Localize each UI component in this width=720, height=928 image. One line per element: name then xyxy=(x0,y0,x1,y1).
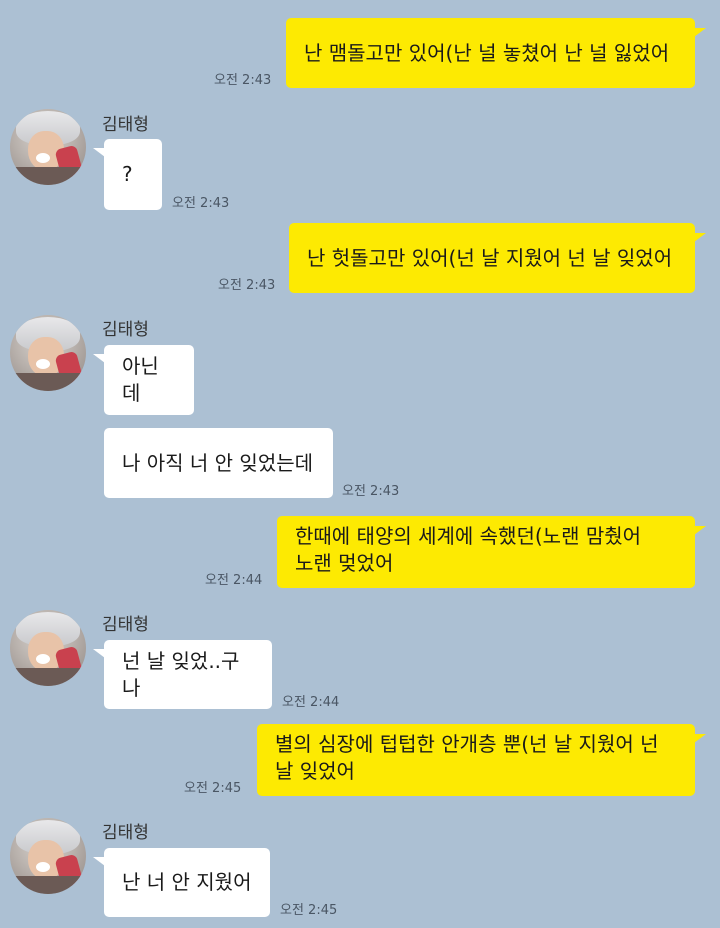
contact-name: 김태형 xyxy=(102,823,149,843)
bubble-tail xyxy=(694,28,706,37)
contact-avatar[interactable] xyxy=(10,818,86,894)
message-text-line: 날 잊었어 xyxy=(275,759,355,783)
message-text: 난 맴돌고만 있어(난 널 놓쳤어 난 널 잃었어 xyxy=(304,40,670,65)
message-text: 아닌데 xyxy=(122,354,159,405)
message-text-line: 별의 심장에 텁텁한 안개층 뿐(넌 날 지웠어 넌 xyxy=(275,732,659,756)
contact-name: 김태형 xyxy=(102,320,149,340)
bubble-tail xyxy=(694,526,706,535)
message-timestamp: 오전 2:43 xyxy=(214,73,272,88)
outgoing-message-bubble[interactable]: 난 맴돌고만 있어(난 널 놓쳤어 난 널 잃었어 xyxy=(286,18,695,88)
message-text: 나 아직 너 안 잊었는데 xyxy=(122,450,314,475)
message-timestamp: 오전 2:43 xyxy=(172,196,230,211)
message-timestamp: 오전 2:43 xyxy=(218,278,276,293)
outgoing-message-bubble[interactable]: 한때에 태양의 세계에 속했던(노랜 맘췄어 노랜 멎었어 xyxy=(277,516,695,588)
message-timestamp: 오전 2:43 xyxy=(342,484,400,499)
message-text: ? xyxy=(122,162,133,186)
message-text-line: 한때에 태양의 세계에 속했던(노랜 맘췄어 xyxy=(295,524,642,548)
message-timestamp: 오전 2:44 xyxy=(205,573,263,588)
outgoing-message-bubble[interactable]: 별의 심장에 텁텁한 안개층 뿐(넌 날 지웠어 넌 날 잊었어 xyxy=(257,724,695,796)
incoming-message-bubble[interactable]: 나 아직 너 안 잊었는데 xyxy=(104,428,333,498)
message-timestamp: 오전 2:44 xyxy=(282,695,340,710)
incoming-message-bubble[interactable]: 난 너 안 지웠어 xyxy=(104,848,270,917)
message-text: 난 너 안 지웠어 xyxy=(122,870,252,894)
message-timestamp: 오전 2:45 xyxy=(280,903,338,918)
incoming-message-bubble[interactable]: ? xyxy=(104,139,162,210)
message-timestamp: 오전 2:45 xyxy=(184,781,242,796)
message-text: 넌 날 잊었..구나 xyxy=(122,648,240,700)
incoming-message-bubble[interactable]: 넌 날 잊었..구나 xyxy=(104,640,272,709)
contact-avatar[interactable] xyxy=(10,109,86,185)
message-text-line: 노랜 멎었어 xyxy=(295,551,394,575)
contact-name: 김태형 xyxy=(102,615,149,635)
contact-avatar[interactable] xyxy=(10,610,86,686)
bubble-tail xyxy=(694,233,706,242)
message-text: 난 헛돌고만 있어(넌 날 지웠어 넌 날 잊었어 xyxy=(307,245,673,270)
bubble-tail xyxy=(694,734,706,743)
contact-avatar[interactable] xyxy=(10,315,86,391)
outgoing-message-bubble[interactable]: 난 헛돌고만 있어(넌 날 지웠어 넌 날 잊었어 xyxy=(289,223,695,293)
contact-name: 김태형 xyxy=(102,115,149,135)
incoming-message-bubble[interactable]: 아닌데 xyxy=(104,345,194,415)
